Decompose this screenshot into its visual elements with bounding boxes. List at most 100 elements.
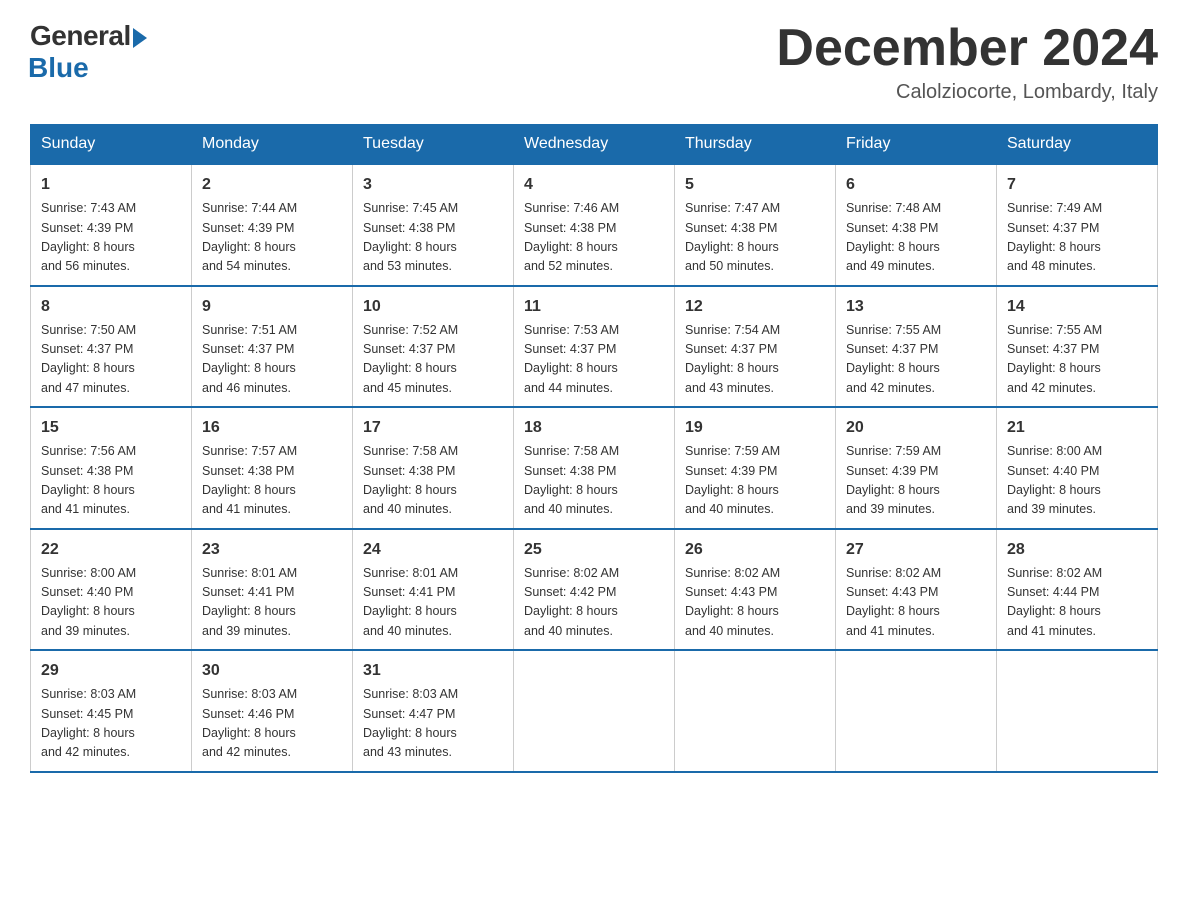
day-info: Sunrise: 7:59 AMSunset: 4:39 PMDaylight:… bbox=[846, 442, 986, 520]
day-info: Sunrise: 7:57 AMSunset: 4:38 PMDaylight:… bbox=[202, 442, 342, 520]
day-number: 30 bbox=[202, 659, 342, 683]
day-number: 23 bbox=[202, 538, 342, 562]
logo: General Blue bbox=[30, 20, 147, 84]
col-friday: Friday bbox=[836, 125, 997, 165]
day-info: Sunrise: 7:55 AMSunset: 4:37 PMDaylight:… bbox=[846, 321, 986, 399]
table-row: 19Sunrise: 7:59 AMSunset: 4:39 PMDayligh… bbox=[675, 407, 836, 529]
day-number: 15 bbox=[41, 416, 181, 440]
col-monday: Monday bbox=[192, 125, 353, 165]
day-number: 25 bbox=[524, 538, 664, 562]
day-number: 2 bbox=[202, 173, 342, 197]
calendar-week-row: 29Sunrise: 8:03 AMSunset: 4:45 PMDayligh… bbox=[31, 650, 1158, 772]
day-info: Sunrise: 7:49 AMSunset: 4:37 PMDaylight:… bbox=[1007, 199, 1147, 277]
day-number: 24 bbox=[363, 538, 503, 562]
table-row: 22Sunrise: 8:00 AMSunset: 4:40 PMDayligh… bbox=[31, 529, 192, 651]
table-row: 14Sunrise: 7:55 AMSunset: 4:37 PMDayligh… bbox=[997, 286, 1158, 408]
day-info: Sunrise: 7:47 AMSunset: 4:38 PMDaylight:… bbox=[685, 199, 825, 277]
day-info: Sunrise: 7:53 AMSunset: 4:37 PMDaylight:… bbox=[524, 321, 664, 399]
month-title: December 2024 bbox=[776, 20, 1158, 77]
calendar-header-row: Sunday Monday Tuesday Wednesday Thursday… bbox=[31, 125, 1158, 165]
day-number: 17 bbox=[363, 416, 503, 440]
table-row: 26Sunrise: 8:02 AMSunset: 4:43 PMDayligh… bbox=[675, 529, 836, 651]
table-row: 10Sunrise: 7:52 AMSunset: 4:37 PMDayligh… bbox=[353, 286, 514, 408]
logo-arrow-icon bbox=[133, 28, 147, 48]
location-text: Calolziocorte, Lombardy, Italy bbox=[776, 81, 1158, 104]
day-number: 29 bbox=[41, 659, 181, 683]
day-info: Sunrise: 8:02 AMSunset: 4:44 PMDaylight:… bbox=[1007, 564, 1147, 642]
day-info: Sunrise: 8:01 AMSunset: 4:41 PMDaylight:… bbox=[363, 564, 503, 642]
calendar-week-row: 8Sunrise: 7:50 AMSunset: 4:37 PMDaylight… bbox=[31, 286, 1158, 408]
day-number: 19 bbox=[685, 416, 825, 440]
day-number: 22 bbox=[41, 538, 181, 562]
table-row: 16Sunrise: 7:57 AMSunset: 4:38 PMDayligh… bbox=[192, 407, 353, 529]
table-row: 5Sunrise: 7:47 AMSunset: 4:38 PMDaylight… bbox=[675, 164, 836, 286]
day-number: 6 bbox=[846, 173, 986, 197]
day-number: 3 bbox=[363, 173, 503, 197]
col-tuesday: Tuesday bbox=[353, 125, 514, 165]
day-number: 21 bbox=[1007, 416, 1147, 440]
day-info: Sunrise: 8:03 AMSunset: 4:46 PMDaylight:… bbox=[202, 685, 342, 763]
day-number: 1 bbox=[41, 173, 181, 197]
table-row: 21Sunrise: 8:00 AMSunset: 4:40 PMDayligh… bbox=[997, 407, 1158, 529]
table-row: 11Sunrise: 7:53 AMSunset: 4:37 PMDayligh… bbox=[514, 286, 675, 408]
day-info: Sunrise: 7:56 AMSunset: 4:38 PMDaylight:… bbox=[41, 442, 181, 520]
table-row bbox=[675, 650, 836, 772]
table-row bbox=[514, 650, 675, 772]
day-info: Sunrise: 7:52 AMSunset: 4:37 PMDaylight:… bbox=[363, 321, 503, 399]
day-number: 26 bbox=[685, 538, 825, 562]
col-thursday: Thursday bbox=[675, 125, 836, 165]
table-row: 25Sunrise: 8:02 AMSunset: 4:42 PMDayligh… bbox=[514, 529, 675, 651]
day-info: Sunrise: 7:59 AMSunset: 4:39 PMDaylight:… bbox=[685, 442, 825, 520]
table-row: 27Sunrise: 8:02 AMSunset: 4:43 PMDayligh… bbox=[836, 529, 997, 651]
day-info: Sunrise: 7:54 AMSunset: 4:37 PMDaylight:… bbox=[685, 321, 825, 399]
table-row: 1Sunrise: 7:43 AMSunset: 4:39 PMDaylight… bbox=[31, 164, 192, 286]
calendar-week-row: 1Sunrise: 7:43 AMSunset: 4:39 PMDaylight… bbox=[31, 164, 1158, 286]
table-row: 3Sunrise: 7:45 AMSunset: 4:38 PMDaylight… bbox=[353, 164, 514, 286]
day-info: Sunrise: 8:00 AMSunset: 4:40 PMDaylight:… bbox=[1007, 442, 1147, 520]
day-number: 7 bbox=[1007, 173, 1147, 197]
table-row: 13Sunrise: 7:55 AMSunset: 4:37 PMDayligh… bbox=[836, 286, 997, 408]
table-row: 30Sunrise: 8:03 AMSunset: 4:46 PMDayligh… bbox=[192, 650, 353, 772]
table-row: 4Sunrise: 7:46 AMSunset: 4:38 PMDaylight… bbox=[514, 164, 675, 286]
table-row: 29Sunrise: 8:03 AMSunset: 4:45 PMDayligh… bbox=[31, 650, 192, 772]
day-number: 9 bbox=[202, 295, 342, 319]
table-row: 18Sunrise: 7:58 AMSunset: 4:38 PMDayligh… bbox=[514, 407, 675, 529]
table-row: 12Sunrise: 7:54 AMSunset: 4:37 PMDayligh… bbox=[675, 286, 836, 408]
table-row: 2Sunrise: 7:44 AMSunset: 4:39 PMDaylight… bbox=[192, 164, 353, 286]
day-info: Sunrise: 7:48 AMSunset: 4:38 PMDaylight:… bbox=[846, 199, 986, 277]
table-row: 31Sunrise: 8:03 AMSunset: 4:47 PMDayligh… bbox=[353, 650, 514, 772]
day-number: 31 bbox=[363, 659, 503, 683]
col-wednesday: Wednesday bbox=[514, 125, 675, 165]
day-number: 14 bbox=[1007, 295, 1147, 319]
col-sunday: Sunday bbox=[31, 125, 192, 165]
table-row: 20Sunrise: 7:59 AMSunset: 4:39 PMDayligh… bbox=[836, 407, 997, 529]
calendar-week-row: 22Sunrise: 8:00 AMSunset: 4:40 PMDayligh… bbox=[31, 529, 1158, 651]
day-info: Sunrise: 7:58 AMSunset: 4:38 PMDaylight:… bbox=[524, 442, 664, 520]
logo-blue-text: Blue bbox=[28, 52, 89, 84]
day-info: Sunrise: 7:58 AMSunset: 4:38 PMDaylight:… bbox=[363, 442, 503, 520]
day-number: 18 bbox=[524, 416, 664, 440]
day-number: 12 bbox=[685, 295, 825, 319]
logo-general-text: General bbox=[30, 20, 131, 52]
day-info: Sunrise: 7:50 AMSunset: 4:37 PMDaylight:… bbox=[41, 321, 181, 399]
table-row: 17Sunrise: 7:58 AMSunset: 4:38 PMDayligh… bbox=[353, 407, 514, 529]
table-row bbox=[836, 650, 997, 772]
day-info: Sunrise: 7:55 AMSunset: 4:37 PMDaylight:… bbox=[1007, 321, 1147, 399]
table-row: 7Sunrise: 7:49 AMSunset: 4:37 PMDaylight… bbox=[997, 164, 1158, 286]
day-info: Sunrise: 8:02 AMSunset: 4:42 PMDaylight:… bbox=[524, 564, 664, 642]
day-number: 27 bbox=[846, 538, 986, 562]
day-info: Sunrise: 8:02 AMSunset: 4:43 PMDaylight:… bbox=[685, 564, 825, 642]
day-info: Sunrise: 7:44 AMSunset: 4:39 PMDaylight:… bbox=[202, 199, 342, 277]
table-row: 8Sunrise: 7:50 AMSunset: 4:37 PMDaylight… bbox=[31, 286, 192, 408]
calendar-table: Sunday Monday Tuesday Wednesday Thursday… bbox=[30, 124, 1158, 773]
day-info: Sunrise: 8:01 AMSunset: 4:41 PMDaylight:… bbox=[202, 564, 342, 642]
title-section: December 2024 Calolziocorte, Lombardy, I… bbox=[776, 20, 1158, 104]
day-info: Sunrise: 7:43 AMSunset: 4:39 PMDaylight:… bbox=[41, 199, 181, 277]
day-number: 5 bbox=[685, 173, 825, 197]
day-number: 28 bbox=[1007, 538, 1147, 562]
day-number: 13 bbox=[846, 295, 986, 319]
day-info: Sunrise: 8:02 AMSunset: 4:43 PMDaylight:… bbox=[846, 564, 986, 642]
calendar-week-row: 15Sunrise: 7:56 AMSunset: 4:38 PMDayligh… bbox=[31, 407, 1158, 529]
day-info: Sunrise: 7:46 AMSunset: 4:38 PMDaylight:… bbox=[524, 199, 664, 277]
day-info: Sunrise: 7:51 AMSunset: 4:37 PMDaylight:… bbox=[202, 321, 342, 399]
